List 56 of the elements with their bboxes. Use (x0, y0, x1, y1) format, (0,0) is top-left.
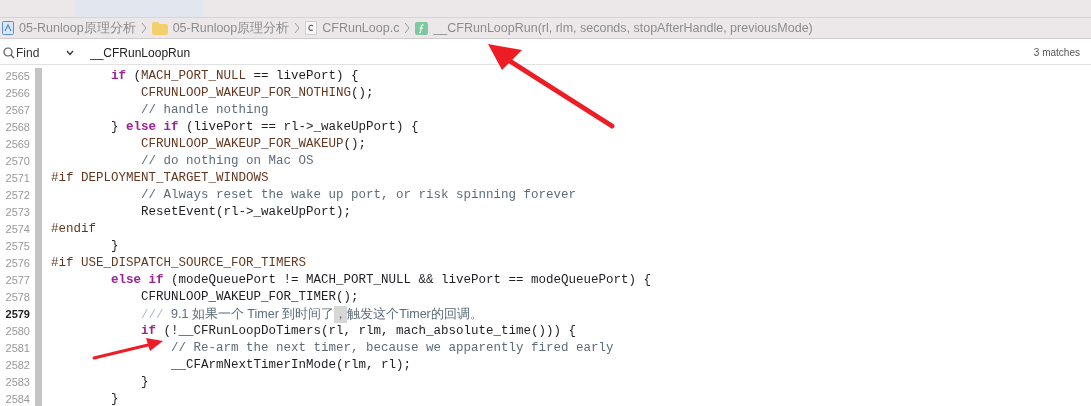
code-line: } else if (livePort == rl->_wakeUpPort) { (111, 119, 419, 136)
project-icon (2, 21, 14, 35)
code-line: #endif (51, 221, 96, 238)
line-number: 2575 (4, 239, 30, 255)
code-line: // do nothing on Mac OS (141, 153, 314, 170)
search-icon (3, 46, 15, 59)
code-line: } (111, 391, 119, 406)
code-line: CFRUNLOOP_WAKEUP_FOR_TIMER(); (141, 289, 359, 306)
line-number: 2580 (4, 324, 30, 340)
code-line: } (141, 374, 149, 391)
line-number: 2584 (4, 392, 30, 406)
chevron-down-icon[interactable] (66, 49, 74, 56)
line-number: 2576 (4, 256, 30, 272)
line-number: 2583 (4, 375, 30, 391)
line-number: 2573 (4, 205, 30, 221)
code-line: /// 9.1 如果一个 Timer 到时间了，触发这个Timer的回调。 (141, 306, 483, 323)
breadcrumb-item[interactable]: 05-Runloop原理分析 (19, 18, 136, 38)
code-line: if (MACH_PORT_NULL == livePort) { (111, 68, 359, 85)
code-line: #if DEPLOYMENT_TARGET_WINDOWS (51, 170, 269, 187)
breadcrumb-item[interactable]: __CFRunLoopRun(rl, rlm, seconds, stopAfterHandle, previousMode) (433, 18, 813, 38)
line-number: 2571 (4, 171, 30, 187)
line-number: 2568 (4, 120, 30, 136)
line-number: 2566 (4, 86, 30, 102)
find-mode-menu[interactable]: Find (16, 43, 66, 62)
line-number: 2570 (4, 154, 30, 170)
code-line: if (!__CFRunLoopDoTimers(rl, rlm, mach_absolute_time())) { (141, 323, 577, 340)
code-line: } (111, 238, 119, 255)
line-number: 2565 (4, 69, 30, 85)
code-line: #if USE_DISPATCH_SOURCE_FOR_TIMERS (51, 255, 307, 272)
line-number: 2574 (4, 222, 30, 238)
code-line: __CFArmNextTimerInMode(rlm, rl); (171, 357, 412, 374)
code-line: CFRUNLOOP_WAKEUP_FOR_WAKEUP(); (141, 136, 367, 153)
match-count: 3 matches (1033, 46, 1080, 60)
line-number: 2572 (4, 188, 30, 204)
line-number: 2581 (4, 341, 30, 357)
function-icon (415, 21, 429, 35)
line-number: 2582 (4, 358, 30, 374)
code-line: // Re-arm the next timer, because we apparently fired early (171, 340, 614, 357)
line-number: 2578 (4, 290, 30, 306)
chevron-icon (294, 22, 301, 34)
code-line: // handle nothing (141, 102, 269, 119)
line-number: 2567 (4, 103, 30, 119)
c-file-icon (305, 21, 318, 35)
breadcrumb-item[interactable]: CFRunLoop.c (322, 18, 400, 38)
chevron-icon (404, 22, 411, 34)
line-number: 2577 (4, 273, 30, 289)
code-line: // Always reset the wake up port, or risk spinning forever (141, 187, 577, 204)
breadcrumb-item[interactable]: 05-Runloop原理分析 (172, 18, 290, 38)
code-line: else if (modeQueuePort != MACH_PORT_NULL && livePort == modeQueuePort) { (111, 272, 652, 289)
code-line: CFRUNLOOP_WAKEUP_FOR_NOTHING(); (141, 85, 374, 102)
folder-icon (151, 21, 168, 35)
line-number: 2569 (4, 137, 30, 153)
chevron-icon (140, 22, 147, 34)
search-field[interactable]: __CFRunLoopRun (90, 43, 1034, 62)
code-line: ResetEvent(rl->_wakeUpPort); (141, 204, 352, 221)
line-number: 2579 (4, 307, 30, 323)
